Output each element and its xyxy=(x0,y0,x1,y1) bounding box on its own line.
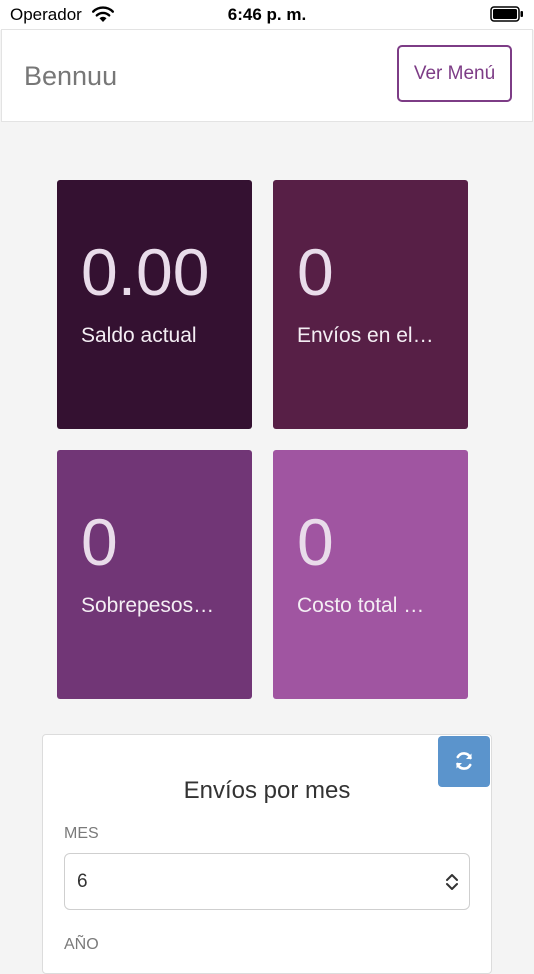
brand-title[interactable]: Bennuu xyxy=(24,61,117,92)
month-label: MES xyxy=(64,825,99,842)
month-select-value: 6 xyxy=(77,871,88,892)
tile-label: Costo total … xyxy=(297,594,425,617)
clock-time: 6:46 p. m. xyxy=(227,5,307,24)
panel-title: Envíos por mes xyxy=(183,777,351,804)
tile-value: 0.00 xyxy=(81,235,210,309)
tile-label: Sobrepesos… xyxy=(81,594,215,617)
year-label: AÑO xyxy=(64,936,99,953)
tile-value: 0 xyxy=(297,505,334,579)
tile-label: Saldo actual xyxy=(81,324,197,347)
top-navbar: Bennuu Ver Menú xyxy=(1,29,533,122)
battery-icon xyxy=(490,6,523,22)
status-bar: Operador 6:46 p. m. xyxy=(0,0,534,30)
chevron-updown-icon xyxy=(446,874,458,890)
month-select[interactable]: 6 xyxy=(64,853,470,910)
refresh-icon xyxy=(456,752,472,770)
balance-tile[interactable]: 0.00 Saldo actual xyxy=(57,180,252,429)
total-cost-tile[interactable]: 0 Costo total … xyxy=(273,450,468,699)
view-menu-button[interactable]: Ver Menú xyxy=(397,45,512,102)
shipments-tile[interactable]: 0 Envíos en el… xyxy=(273,180,468,429)
tile-value: 0 xyxy=(81,505,118,579)
tile-value: 0 xyxy=(297,235,334,309)
tile-label: Envíos en el… xyxy=(297,324,434,347)
overweight-tile[interactable]: 0 Sobrepesos… xyxy=(57,450,252,699)
